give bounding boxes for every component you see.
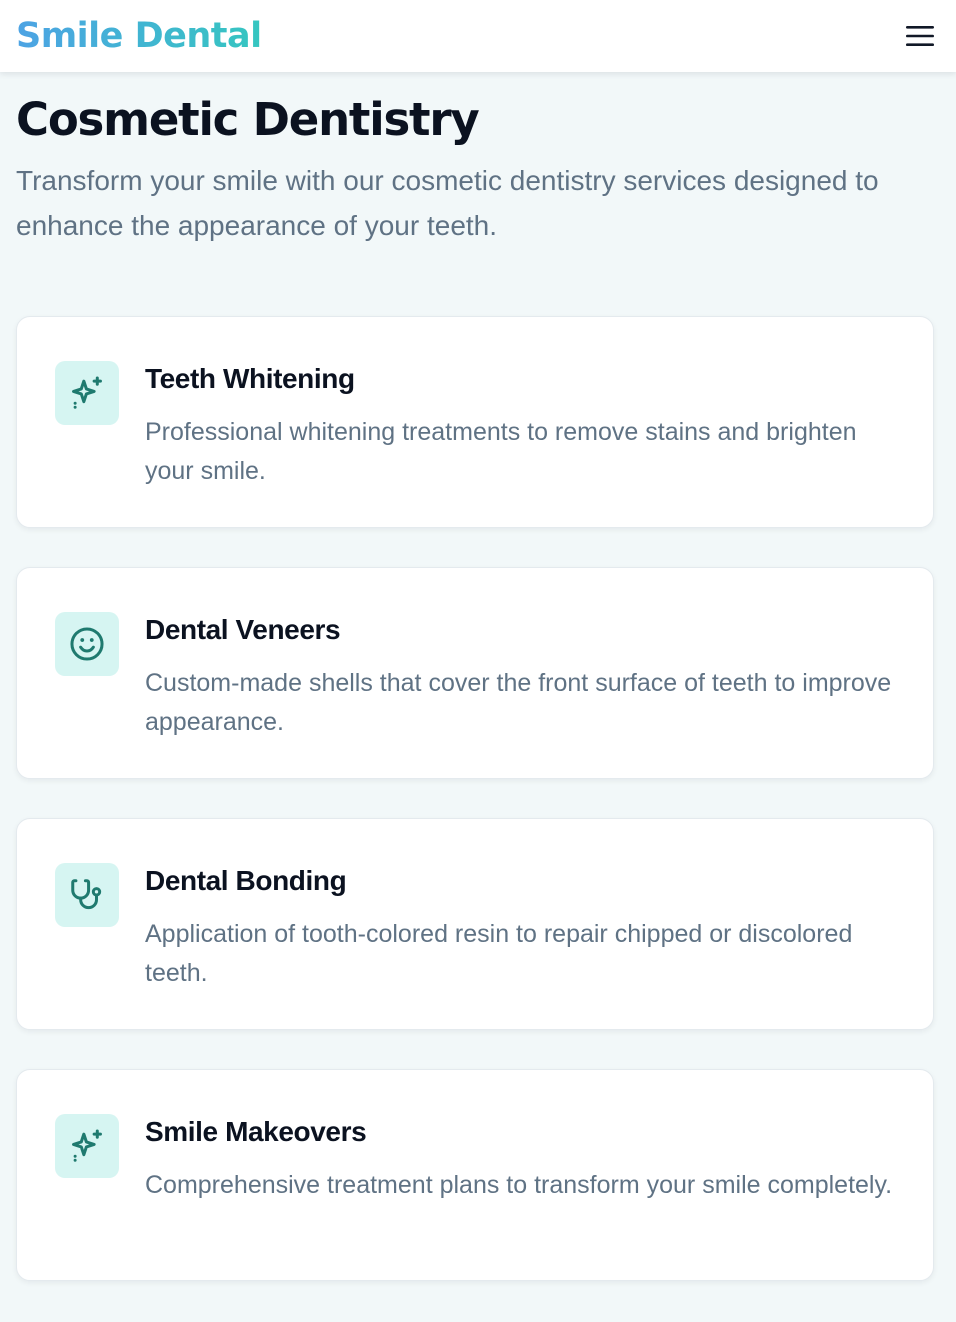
service-title: Dental Veneers: [145, 614, 341, 645]
service-title: Dental Bonding: [145, 865, 347, 896]
page-title: Cosmetic Dentistry: [16, 93, 480, 146]
service-card-dental-veneers: Dental Veneers Custom-made shells that c…: [16, 567, 934, 779]
service-card-body: Dental Veneers Custom-made shells that c…: [145, 612, 905, 742]
service-description: Professional whitening treatments to rem…: [145, 418, 857, 485]
hamburger-menu-icon: [906, 26, 934, 46]
services-list: Teeth Whitening Professional whitening t…: [16, 316, 940, 1281]
service-icon-box: [55, 361, 119, 425]
service-description: Comprehensive treatment plans to transfo…: [145, 1171, 893, 1199]
service-card-teeth-whitening: Teeth Whitening Professional whitening t…: [16, 316, 934, 528]
stethoscope-icon: [71, 879, 102, 910]
service-card-body: Dental Bonding Application of tooth-colo…: [145, 863, 905, 993]
service-card-dental-bonding: Dental Bonding Application of tooth-colo…: [16, 818, 934, 1030]
service-description: Application of tooth-colored resin to re…: [145, 920, 853, 987]
smile-icon: [70, 627, 104, 661]
service-card-smile-makeovers: Smile Makeovers Comprehensive treatment …: [16, 1069, 934, 1281]
service-card-body: Smile Makeovers Comprehensive treatment …: [145, 1114, 905, 1205]
sparkles-icon: [72, 1129, 102, 1162]
menu-button[interactable]: [900, 16, 940, 56]
service-title: Teeth Whitening: [145, 363, 355, 394]
navbar: Smile Dental: [0, 0, 956, 72]
page-subtitle: Transform your smile with our cosmetic d…: [16, 165, 879, 241]
sparkles-icon: [72, 376, 102, 409]
brand-logo[interactable]: Smile Dental: [16, 16, 262, 56]
service-icon-box: [55, 612, 119, 676]
service-icon-box: [55, 863, 119, 927]
service-description: Custom-made shells that cover the front …: [145, 669, 892, 736]
main-content: Cosmetic Dentistry Transform your smile …: [16, 72, 940, 1320]
service-card-body: Teeth Whitening Professional whitening t…: [145, 361, 905, 491]
service-icon-box: [55, 1114, 119, 1178]
service-title: Smile Makeovers: [145, 1116, 367, 1147]
